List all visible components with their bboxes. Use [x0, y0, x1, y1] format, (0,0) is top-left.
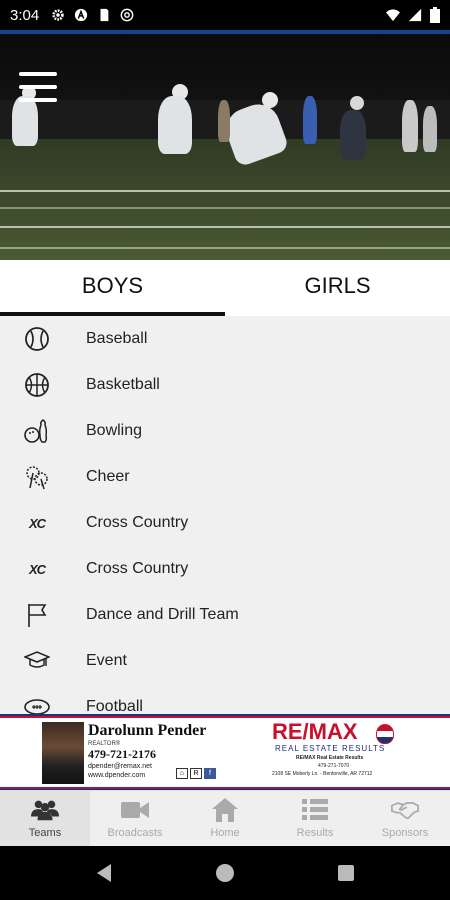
sport-label: Baseball — [86, 330, 148, 347]
tab-boys[interactable]: BOYS — [0, 260, 225, 316]
nav-home[interactable]: Home — [180, 791, 270, 846]
remax-balloon-icon — [376, 724, 394, 744]
bottom-nav: Teams Broadcasts Home Results Sponsors — [0, 790, 450, 846]
office-name: RE/MAX Real Estate Results — [296, 755, 364, 761]
hero-image — [0, 34, 450, 260]
sport-item-cross-country[interactable]: XC Cross Country — [0, 500, 450, 546]
sport-label: Dance and Drill Team — [86, 606, 239, 623]
sport-label: Event — [86, 652, 127, 669]
agent-photo — [42, 722, 84, 784]
ad-stripe-top — [0, 714, 450, 718]
ad-badge-icons: ⌂ R f — [176, 768, 216, 779]
sport-label: Football — [86, 698, 143, 714]
list-icon — [301, 798, 329, 822]
bowling-icon — [24, 418, 50, 444]
sponsor-banner-ad[interactable]: Darolunn Pender REALTOR® 479-721-2176 dp… — [0, 714, 450, 790]
menu-button[interactable] — [19, 72, 57, 102]
signal-icon — [408, 8, 422, 22]
xc-icon: XC — [28, 515, 46, 531]
sport-label: Cross Country — [86, 560, 189, 577]
baseball-icon — [24, 326, 50, 352]
sport-item-cross-country-2[interactable]: XC Cross Country — [0, 546, 450, 592]
status-time: 3:04 — [10, 6, 40, 24]
sd-card-icon — [100, 8, 109, 22]
sport-label: Cross Country — [86, 514, 189, 531]
sport-label: Cheer — [86, 468, 130, 485]
sport-item-cheer[interactable]: Cheer — [0, 454, 450, 500]
agent-name: Darolunn Pender — [88, 722, 207, 739]
sport-item-baseball[interactable]: Baseball — [0, 316, 450, 362]
battery-icon — [430, 7, 440, 23]
office-phone: 479-271-7070 — [318, 763, 350, 769]
sport-label: Bowling — [86, 422, 143, 439]
nav-label: Home — [210, 827, 240, 839]
office-address: 2108 SE Moberly Ln. - Bentonville, AR 72… — [272, 771, 373, 777]
nav-label: Sponsors — [381, 827, 429, 839]
sport-label: Basketball — [86, 376, 160, 393]
gear-icon — [52, 9, 64, 21]
home-icon — [211, 798, 239, 822]
teams-icon — [31, 798, 59, 822]
agent-email: dpender@remax.net — [88, 763, 152, 770]
home-circle-icon[interactable] — [215, 863, 235, 883]
recents-icon[interactable] — [337, 864, 355, 882]
video-camera-icon — [121, 798, 149, 822]
agent-website: www.dpender.com — [88, 772, 146, 779]
basketball-icon — [24, 372, 50, 398]
nav-broadcasts[interactable]: Broadcasts — [90, 791, 180, 846]
pompom-icon — [24, 464, 50, 490]
at-sign-icon — [120, 8, 134, 22]
sport-item-event[interactable]: Event — [0, 638, 450, 684]
back-icon[interactable] — [95, 863, 113, 883]
flag-icon — [24, 602, 50, 628]
agent-phone: 479-721-2176 — [88, 747, 156, 761]
wifi-icon — [386, 9, 400, 22]
android-nav-bar — [0, 846, 450, 900]
gender-tabs: BOYS GIRLS — [0, 260, 450, 316]
handshake-icon — [391, 798, 419, 822]
realtor-mls-icon: R — [190, 768, 202, 779]
nav-label: Broadcasts — [107, 827, 163, 839]
graduation-cap-icon — [24, 648, 50, 674]
remax-subtitle: REAL ESTATE RESULTS — [275, 744, 386, 753]
xc-icon: XC — [28, 561, 46, 577]
tab-girls[interactable]: GIRLS — [225, 260, 450, 316]
facebook-icon: f — [204, 768, 216, 779]
nav-label: Teams — [28, 827, 62, 839]
status-bar: 3:04 — [0, 0, 450, 30]
remax-logo: RE/MAX — [272, 719, 358, 744]
equal-housing-icon: ⌂ — [176, 768, 188, 779]
sport-item-dance-and-drill-team[interactable]: Dance and Drill Team — [0, 592, 450, 638]
sport-item-football[interactable]: Football — [0, 684, 450, 714]
sport-item-bowling[interactable]: Bowling — [0, 408, 450, 454]
status-left-icons — [51, 8, 134, 22]
football-field — [0, 139, 450, 260]
nav-label: Results — [296, 827, 334, 839]
sport-item-basketball[interactable]: Basketball — [0, 362, 450, 408]
a-circle-icon — [75, 8, 88, 22]
status-right-icons — [386, 7, 440, 23]
sport-list: Baseball Basketball Bowling Cheer XC Cro… — [0, 316, 450, 714]
nav-sponsors[interactable]: Sponsors — [360, 791, 450, 846]
football-icon — [24, 694, 50, 714]
nav-teams[interactable]: Teams — [0, 791, 90, 846]
nav-results[interactable]: Results — [270, 791, 360, 846]
